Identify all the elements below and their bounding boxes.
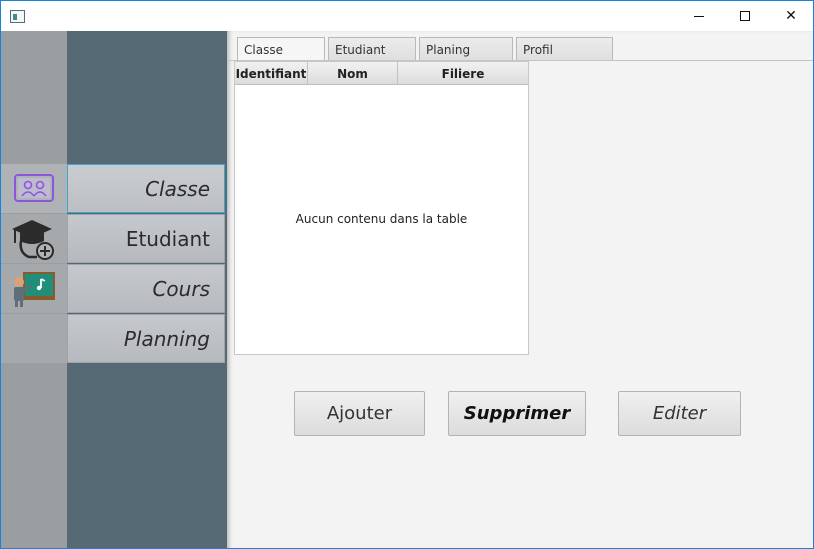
- minimize-button[interactable]: [676, 1, 722, 31]
- nav-item-cours[interactable]: Cours: [1, 264, 225, 313]
- table-header: Identifiant Nom Filiere: [235, 62, 528, 85]
- nav-item-label: Cours: [67, 264, 225, 313]
- edit-button[interactable]: Editer: [618, 391, 741, 436]
- maximize-button[interactable]: [722, 1, 768, 31]
- nav-item-label: Planning: [67, 314, 225, 363]
- column-header-nom[interactable]: Nom: [308, 62, 398, 85]
- column-header-filiere[interactable]: Filiere: [398, 62, 528, 85]
- main-content: Classe Etudiant Planing Profil Identifia…: [227, 31, 813, 548]
- app-window: ✕ Classe Etudiant Cours Planning Classe …: [0, 0, 814, 549]
- maximize-icon: [740, 11, 750, 21]
- close-button[interactable]: ✕: [768, 1, 813, 31]
- title-bar: ✕: [1, 1, 813, 31]
- delete-button[interactable]: Supprimer: [448, 391, 586, 436]
- classroom-icon: [14, 173, 54, 202]
- nav-item-label: Classe: [67, 164, 225, 213]
- nav-item-classe[interactable]: Classe: [1, 164, 225, 213]
- teacher-board-icon: [14, 271, 55, 307]
- column-header-identifiant[interactable]: Identifiant: [235, 62, 308, 85]
- graduate-add-icon: [12, 219, 54, 260]
- nav-icon-cell: [1, 264, 67, 313]
- nav-item-label: Etudiant: [67, 214, 225, 263]
- table-empty-message: Aucun contenu dans la table: [295, 212, 468, 226]
- tab-profil[interactable]: Profil: [516, 37, 613, 61]
- nav-icon-cell: [1, 214, 67, 263]
- app-icon: [10, 10, 25, 23]
- tab-planing[interactable]: Planing: [419, 37, 513, 61]
- minimize-icon: [694, 15, 704, 17]
- close-icon: ✕: [785, 8, 797, 24]
- nav-item-planning[interactable]: Planning: [1, 314, 225, 363]
- nav-item-etudiant[interactable]: Etudiant: [1, 214, 225, 263]
- classe-table[interactable]: Identifiant Nom Filiere Aucun contenu da…: [234, 61, 529, 355]
- nav-icon-cell: [1, 164, 67, 213]
- add-button[interactable]: Ajouter: [294, 391, 425, 436]
- nav-icon-cell: [1, 314, 67, 363]
- tab-classe[interactable]: Classe: [237, 37, 325, 62]
- tab-etudiant[interactable]: Etudiant: [328, 37, 416, 61]
